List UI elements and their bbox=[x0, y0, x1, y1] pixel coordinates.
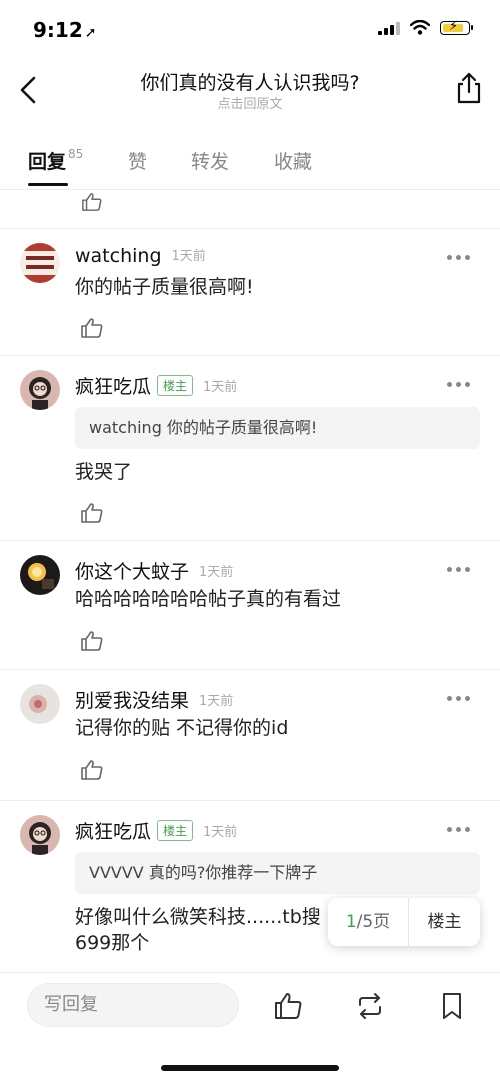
nav-bar: 你们真的没有人认识我吗? 点击回原文 bbox=[0, 60, 500, 120]
comment-text: 记得你的贴 不记得你的id bbox=[75, 717, 289, 739]
more-options-icon[interactable] bbox=[447, 567, 470, 572]
tab-replies[interactable]: 回复 85 bbox=[28, 147, 83, 174]
like-icon[interactable] bbox=[80, 502, 104, 524]
page-indicator[interactable]: 1/5页 楼主 bbox=[328, 898, 480, 946]
comment-time: 1天前 bbox=[199, 565, 234, 580]
op-badge: 楼主 bbox=[157, 375, 194, 396]
page-title[interactable]: 你们真的没有人认识我吗? bbox=[70, 68, 430, 95]
comment-item[interactable]: watching 1天前 你的帖子质量很高啊! bbox=[0, 229, 500, 355]
tab-favorites[interactable]: 收藏 bbox=[274, 147, 312, 174]
bottom-bar: 写回复 bbox=[0, 972, 500, 1083]
like-icon[interactable] bbox=[273, 991, 303, 1021]
more-options-icon[interactable] bbox=[447, 827, 470, 832]
avatar[interactable] bbox=[20, 370, 60, 410]
active-tab-indicator bbox=[28, 183, 68, 186]
location-arrow-icon: ➚ bbox=[84, 25, 97, 41]
quoted-comment[interactable]: watching 你的帖子质量很高啊! bbox=[75, 407, 480, 449]
reply-input[interactable]: 写回复 bbox=[27, 983, 239, 1027]
page-number[interactable]: 1/5页 bbox=[328, 898, 409, 946]
comment-text: 我哭了 bbox=[75, 461, 133, 483]
more-options-icon[interactable] bbox=[447, 696, 470, 701]
back-to-original-link[interactable]: 点击回原文 bbox=[70, 93, 430, 112]
tab-likes[interactable]: 赞 bbox=[128, 147, 147, 174]
quoted-comment[interactable]: VVVVV 真的吗?你推荐一下牌子 bbox=[75, 852, 480, 894]
like-icon[interactable] bbox=[80, 192, 104, 212]
share-icon[interactable] bbox=[452, 70, 486, 106]
comment-time: 1天前 bbox=[203, 380, 238, 395]
comment-list: watching 1天前 你的帖子质量很高啊! 疯狂吃瓜 楼主 1天前 watchin… bbox=[0, 190, 500, 972]
avatar[interactable] bbox=[20, 243, 60, 283]
comment-item[interactable]: 疯狂吃瓜 楼主 1天前 watching 你的帖子质量很高啊! 我哭了 bbox=[0, 356, 500, 540]
op-badge: 楼主 bbox=[157, 820, 194, 841]
bookmark-icon[interactable] bbox=[437, 991, 467, 1021]
avatar[interactable] bbox=[20, 684, 60, 724]
home-indicator bbox=[161, 1065, 339, 1071]
comment-text: 你的帖子质量很高啊! bbox=[75, 276, 254, 298]
cellular-signal-icon bbox=[378, 21, 400, 35]
comment-text: 好像叫什么微笑科技......tb搜 699那个 bbox=[75, 906, 321, 954]
back-icon[interactable] bbox=[14, 72, 44, 108]
battery-icon: ⚡ bbox=[440, 19, 473, 35]
comment-author[interactable]: 疯狂吃瓜 楼主 1天前 bbox=[75, 372, 237, 399]
like-icon[interactable] bbox=[80, 317, 104, 339]
comment-time: 1天前 bbox=[199, 694, 234, 709]
repost-icon[interactable] bbox=[355, 991, 385, 1021]
avatar[interactable] bbox=[20, 555, 60, 595]
comment-item[interactable]: 你这个大蚊子 1天前 哈哈哈哈哈哈哈帖子真的有看过 bbox=[0, 541, 500, 669]
wifi-icon bbox=[410, 20, 430, 35]
status-bar: 9:12 ➚ ⚡ bbox=[0, 0, 500, 60]
comment-text: 哈哈哈哈哈哈哈帖子真的有看过 bbox=[75, 588, 342, 610]
like-icon[interactable] bbox=[80, 630, 104, 652]
comment-time: 1天前 bbox=[171, 249, 206, 264]
op-only-button[interactable]: 楼主 bbox=[409, 898, 480, 946]
like-icon[interactable] bbox=[80, 759, 104, 781]
more-options-icon[interactable] bbox=[447, 382, 470, 387]
comment-item[interactable]: 疯狂吃瓜 楼主 1天前 VVVVV 真的吗?你推荐一下牌子 好像叫什么微笑科技...… bbox=[0, 801, 500, 972]
comment-author[interactable]: 你这个大蚊子 1天前 bbox=[75, 557, 233, 584]
comment-author[interactable]: 别爱我没结果 1天前 bbox=[75, 686, 233, 713]
more-options-icon[interactable] bbox=[447, 255, 470, 260]
comment-author[interactable]: 疯狂吃瓜 楼主 1天前 bbox=[75, 817, 237, 844]
tab-reposts[interactable]: 转发 bbox=[191, 147, 229, 174]
tab-bar: 回复 85 赞 转发 收藏 bbox=[0, 133, 500, 190]
comment-time: 1天前 bbox=[203, 825, 238, 840]
comment-item[interactable]: 别爱我没结果 1天前 记得你的贴 不记得你的id bbox=[0, 670, 500, 800]
avatar[interactable] bbox=[20, 815, 60, 855]
status-time: 9:12 ➚ bbox=[33, 18, 97, 42]
comment-author[interactable]: watching 1天前 bbox=[75, 245, 206, 267]
